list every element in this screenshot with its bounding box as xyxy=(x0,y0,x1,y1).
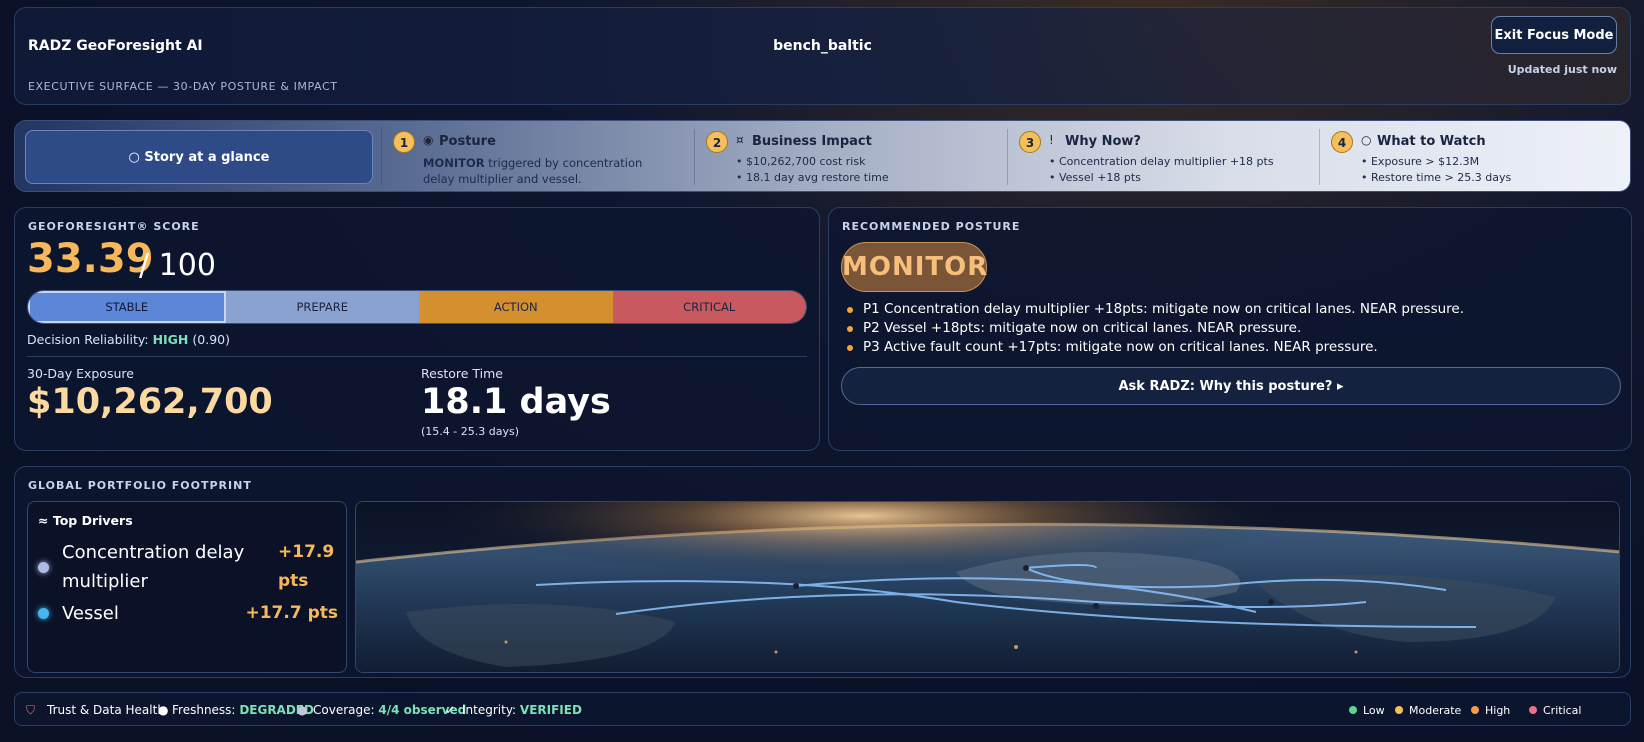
integrity-value: VERIFIED xyxy=(519,703,582,717)
check-icon: ✓ xyxy=(445,703,456,717)
legend-dot-icon xyxy=(1395,706,1403,714)
top-drivers-title: ≈ Top Drivers xyxy=(38,513,133,528)
radio-icon: ◉ xyxy=(423,133,434,147)
top-drivers-card: ≈ Top Drivers Concentration delay multip… xyxy=(27,501,347,673)
driver-row[interactable]: Vessel +17.7 pts xyxy=(38,599,338,629)
coverage-status: Coverage: 4/4 observed xyxy=(313,703,467,717)
posture-level: MONITOR xyxy=(423,156,485,170)
section-label: RECOMMENDED POSTURE xyxy=(842,220,1021,233)
legend-moderate: Moderate xyxy=(1395,704,1461,717)
page-subtitle: EXECUTIVE SURFACE — 30-DAY POSTURE & IMP… xyxy=(28,80,338,93)
step-number: 3 xyxy=(1019,131,1041,153)
step-title: Posture xyxy=(439,134,496,149)
step-title: Business Impact xyxy=(752,134,872,149)
step-divider xyxy=(1007,129,1008,185)
restore-time-value: 18.1 days xyxy=(421,382,611,422)
step-detail: • 18.1 day avg restore time xyxy=(736,171,889,184)
driver-name: Concentration delay multiplier xyxy=(62,542,245,592)
workspace-name: bench_baltic xyxy=(773,38,872,54)
brand-title: RADZ GeoForesight AI xyxy=(28,38,203,54)
alert-icon: ! xyxy=(1049,133,1054,147)
legend-dot-icon xyxy=(1529,706,1537,714)
story-at-a-glance-button[interactable]: ○ Story at a glance xyxy=(25,130,373,184)
section-label: GLOBAL PORTFOLIO FOOTPRINT xyxy=(28,479,252,492)
step-number: 2 xyxy=(706,131,728,153)
step-number: 1 xyxy=(393,131,415,153)
exit-focus-mode-button[interactable]: Exit Focus Mode xyxy=(1491,16,1617,54)
legend-dot-icon xyxy=(1349,706,1357,714)
exposure-label: 30-Day Exposure xyxy=(27,366,134,381)
currency-icon: ¤ xyxy=(736,133,744,147)
step-detail: • Vessel +18 pts xyxy=(1049,171,1141,184)
score-max: / 100 xyxy=(139,248,216,283)
step-detail: • Concentration delay multiplier +18 pts xyxy=(1049,155,1274,168)
step-divider xyxy=(381,129,382,185)
step-divider xyxy=(694,129,695,185)
scale-stable: STABLE xyxy=(28,291,226,323)
shield-icon: ⛉ xyxy=(26,703,36,717)
driver-dot-icon xyxy=(38,562,49,573)
priority-list: P1 Concentration delay multiplier +18pts… xyxy=(847,300,1464,357)
section-label: GEOFORESIGHT® SCORE xyxy=(28,220,200,233)
step-detail: • Restore time > 25.3 days xyxy=(1361,171,1512,184)
scale-critical: CRITICAL xyxy=(612,291,806,323)
scale-prepare: PREPARE xyxy=(225,291,419,323)
divider xyxy=(27,356,807,357)
step-detail: • $10,262,700 cost risk xyxy=(736,155,866,168)
restore-time-label: Restore Time xyxy=(421,366,503,381)
posture-badge: MONITOR xyxy=(841,242,987,292)
updated-timestamp: Updated just now xyxy=(1507,63,1617,76)
posture-scale: STABLE PREPARE ACTION CRITICAL xyxy=(27,290,807,324)
scale-action: ACTION xyxy=(419,291,613,323)
legend-critical: Critical xyxy=(1529,704,1581,717)
trust-data-health-bar: ⛉ Trust & Data Health ● Freshness: DEGRA… xyxy=(14,692,1631,726)
step-description: MONITOR triggered by concentration delay… xyxy=(423,156,643,186)
step-title: What to Watch xyxy=(1377,134,1486,149)
driver-name: Vessel xyxy=(62,603,119,624)
legend-low: Low xyxy=(1349,704,1385,717)
priority-item: P2 Vessel +18pts: mitigate now on critic… xyxy=(847,319,1464,338)
driver-value: +17.7 pts xyxy=(245,603,338,623)
legend-high: High xyxy=(1471,704,1510,717)
recommended-posture-panel: RECOMMENDED POSTURE MONITOR P1 Concentra… xyxy=(828,207,1632,451)
reliability-level: HIGH xyxy=(152,332,189,347)
step-number: 4 xyxy=(1331,131,1353,153)
freshness-status: Freshness: DEGRADED xyxy=(172,703,314,717)
trust-label: Trust & Data Health xyxy=(47,703,165,717)
legend-dot-icon xyxy=(1471,706,1479,714)
decision-reliability: Decision Reliability: HIGH (0.90) xyxy=(27,332,230,347)
dot-icon: ● xyxy=(297,703,308,717)
ask-radz-button[interactable]: Ask RADZ: Why this posture? ▸ xyxy=(841,367,1621,405)
score-value: 33.39 xyxy=(27,236,154,282)
exposure-value: $10,262,700 xyxy=(27,382,273,422)
story-step-posture[interactable]: 1 ◉ Posture MONITOR triggered by concent… xyxy=(393,129,673,186)
global-portfolio-footprint-panel: GLOBAL PORTFOLIO FOOTPRINT ≈ Top Drivers… xyxy=(14,466,1631,678)
restore-time-range: (15.4 - 25.3 days) xyxy=(421,425,519,438)
story-step-why-now[interactable]: 3 ! Why Now? • Concentration delay multi… xyxy=(1019,129,1309,185)
globe-map[interactable] xyxy=(355,501,1620,673)
step-divider xyxy=(1319,129,1320,185)
step-title: Why Now? xyxy=(1065,134,1141,149)
driver-dot-icon xyxy=(38,608,49,619)
integrity-status: Integrity: VERIFIED xyxy=(462,703,582,717)
priority-item: P1 Concentration delay multiplier +18pts… xyxy=(847,300,1464,319)
story-strip: ○ Story at a glance 1 ◉ Posture MONITOR … xyxy=(14,120,1631,192)
priority-item: P3 Active fault count +17pts: mitigate n… xyxy=(847,338,1464,357)
story-step-what-to-watch[interactable]: 4 ○ What to Watch • Exposure > $12.3M • … xyxy=(1331,129,1621,185)
driver-value: +17.9 pts xyxy=(278,542,335,591)
geoforesight-score-panel: GEOFORESIGHT® SCORE 33.39 / 100 STABLE P… xyxy=(14,207,820,451)
header-panel: RADZ GeoForesight AI EXECUTIVE SURFACE —… xyxy=(14,7,1631,105)
driver-row[interactable]: Concentration delay multiplier +17.9 pts xyxy=(38,538,338,598)
story-step-business-impact[interactable]: 2 ¤ Business Impact • $10,262,700 cost r… xyxy=(706,129,986,185)
circle-icon: ○ xyxy=(1361,133,1372,147)
dot-icon: ● xyxy=(158,703,169,717)
globe-image xyxy=(356,502,1619,672)
step-detail: • Exposure > $12.3M xyxy=(1361,155,1480,168)
